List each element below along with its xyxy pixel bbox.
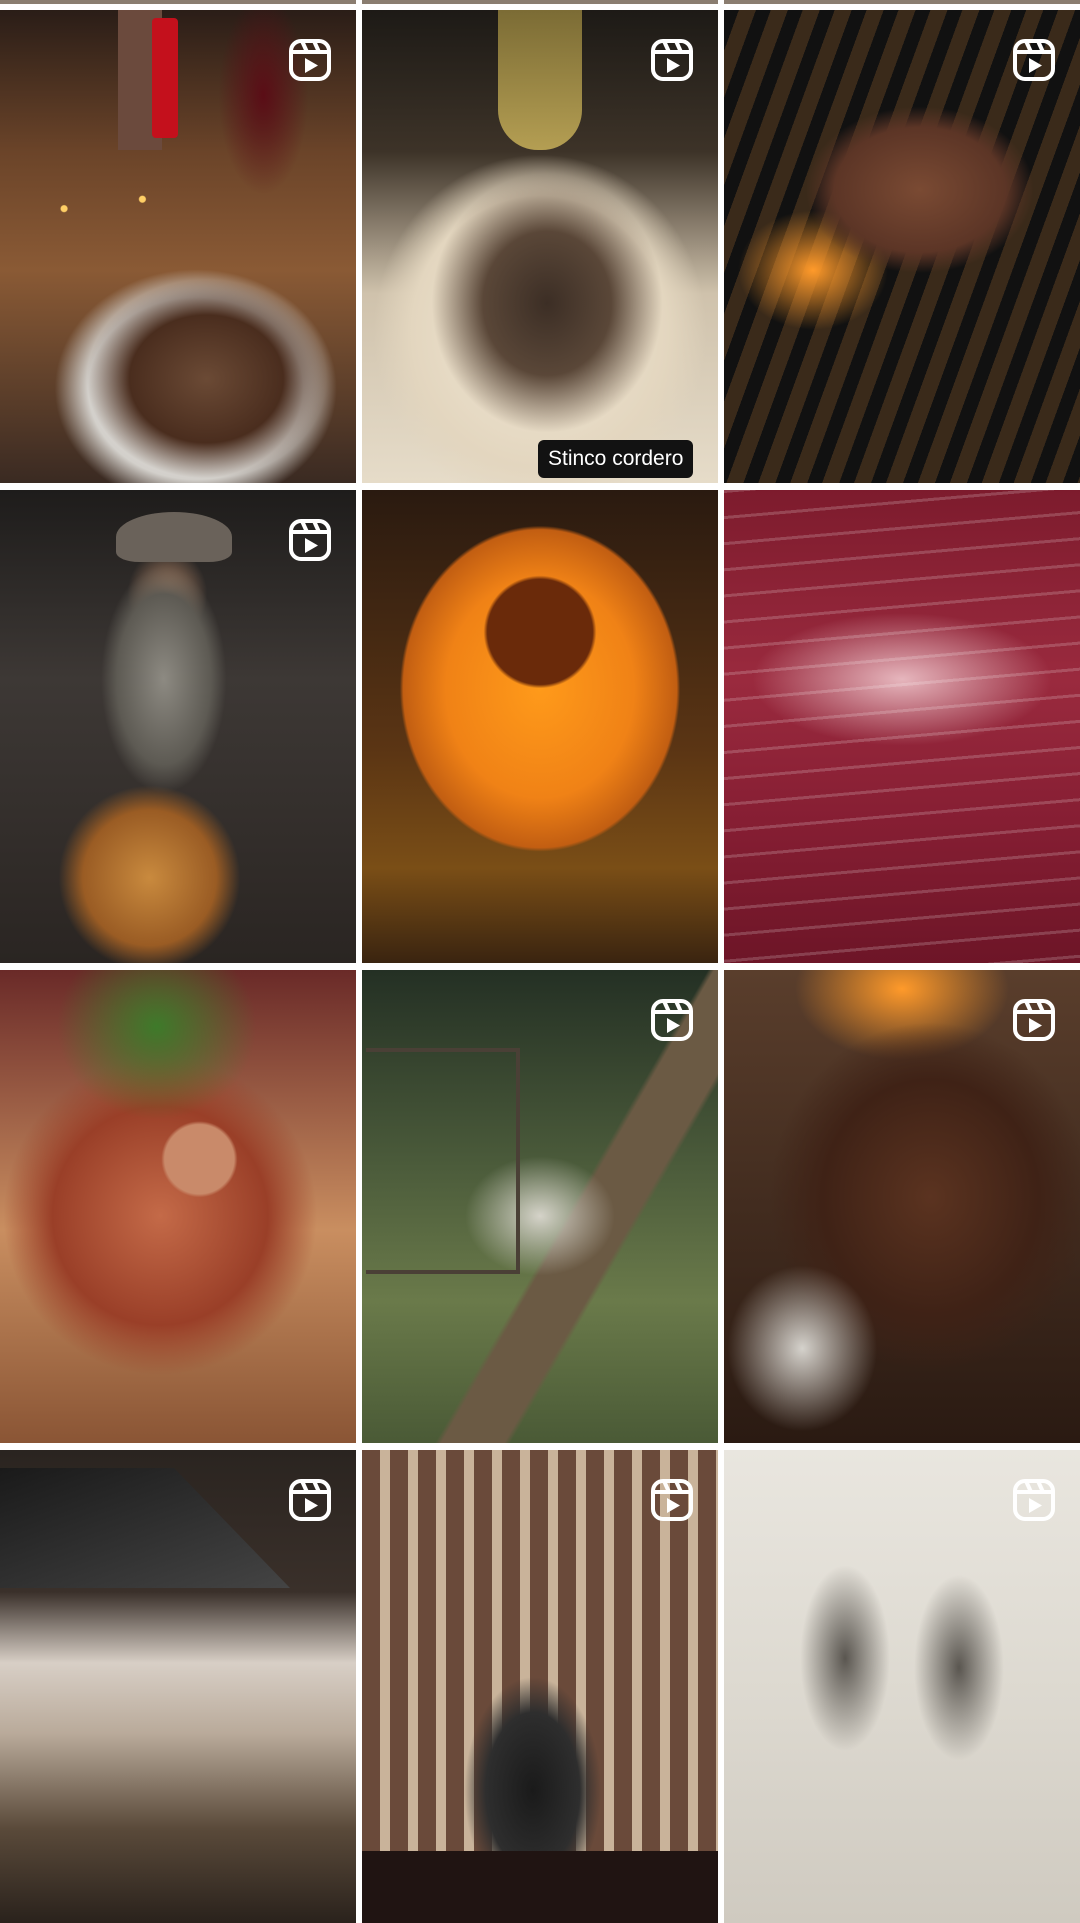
previous-row-edge — [0, 0, 1080, 4]
reels-icon — [651, 999, 693, 1041]
grid-tile[interactable] — [0, 10, 356, 483]
reels-icon — [651, 1479, 693, 1521]
spoon-shape — [498, 10, 582, 150]
grid-tile[interactable] — [724, 1450, 1080, 1923]
grid-tile[interactable] — [362, 1450, 718, 1923]
reels-icon — [1013, 999, 1055, 1041]
post-thumbnail — [362, 490, 718, 963]
hat-shape — [116, 512, 232, 562]
post-thumbnail — [0, 970, 356, 1443]
grid-tile[interactable] — [724, 10, 1080, 483]
reels-icon — [651, 39, 693, 81]
reels-icon — [1013, 39, 1055, 81]
grid-tile[interactable] — [0, 970, 356, 1443]
reels-icon — [289, 1479, 331, 1521]
grid-tile[interactable] — [724, 490, 1080, 963]
candle-shape — [152, 18, 178, 138]
bar-counter-shape — [362, 1851, 718, 1923]
post-thumbnail — [724, 490, 1080, 963]
reels-icon — [289, 519, 331, 561]
grid-tile[interactable]: Stinco cordero — [362, 10, 718, 483]
grid-tile[interactable] — [362, 490, 718, 963]
profile-media-grid: Stinco cordero — [0, 0, 1080, 1923]
reels-icon — [1013, 1479, 1055, 1521]
truck-shape — [366, 1048, 520, 1274]
reels-icon — [289, 39, 331, 81]
grid-tile[interactable] — [724, 970, 1080, 1443]
grid-tile[interactable] — [0, 490, 356, 963]
grid-tile[interactable] — [0, 1450, 356, 1923]
grid-tile[interactable] — [362, 970, 718, 1443]
overlay-caption-label: Stinco cordero — [538, 440, 694, 478]
